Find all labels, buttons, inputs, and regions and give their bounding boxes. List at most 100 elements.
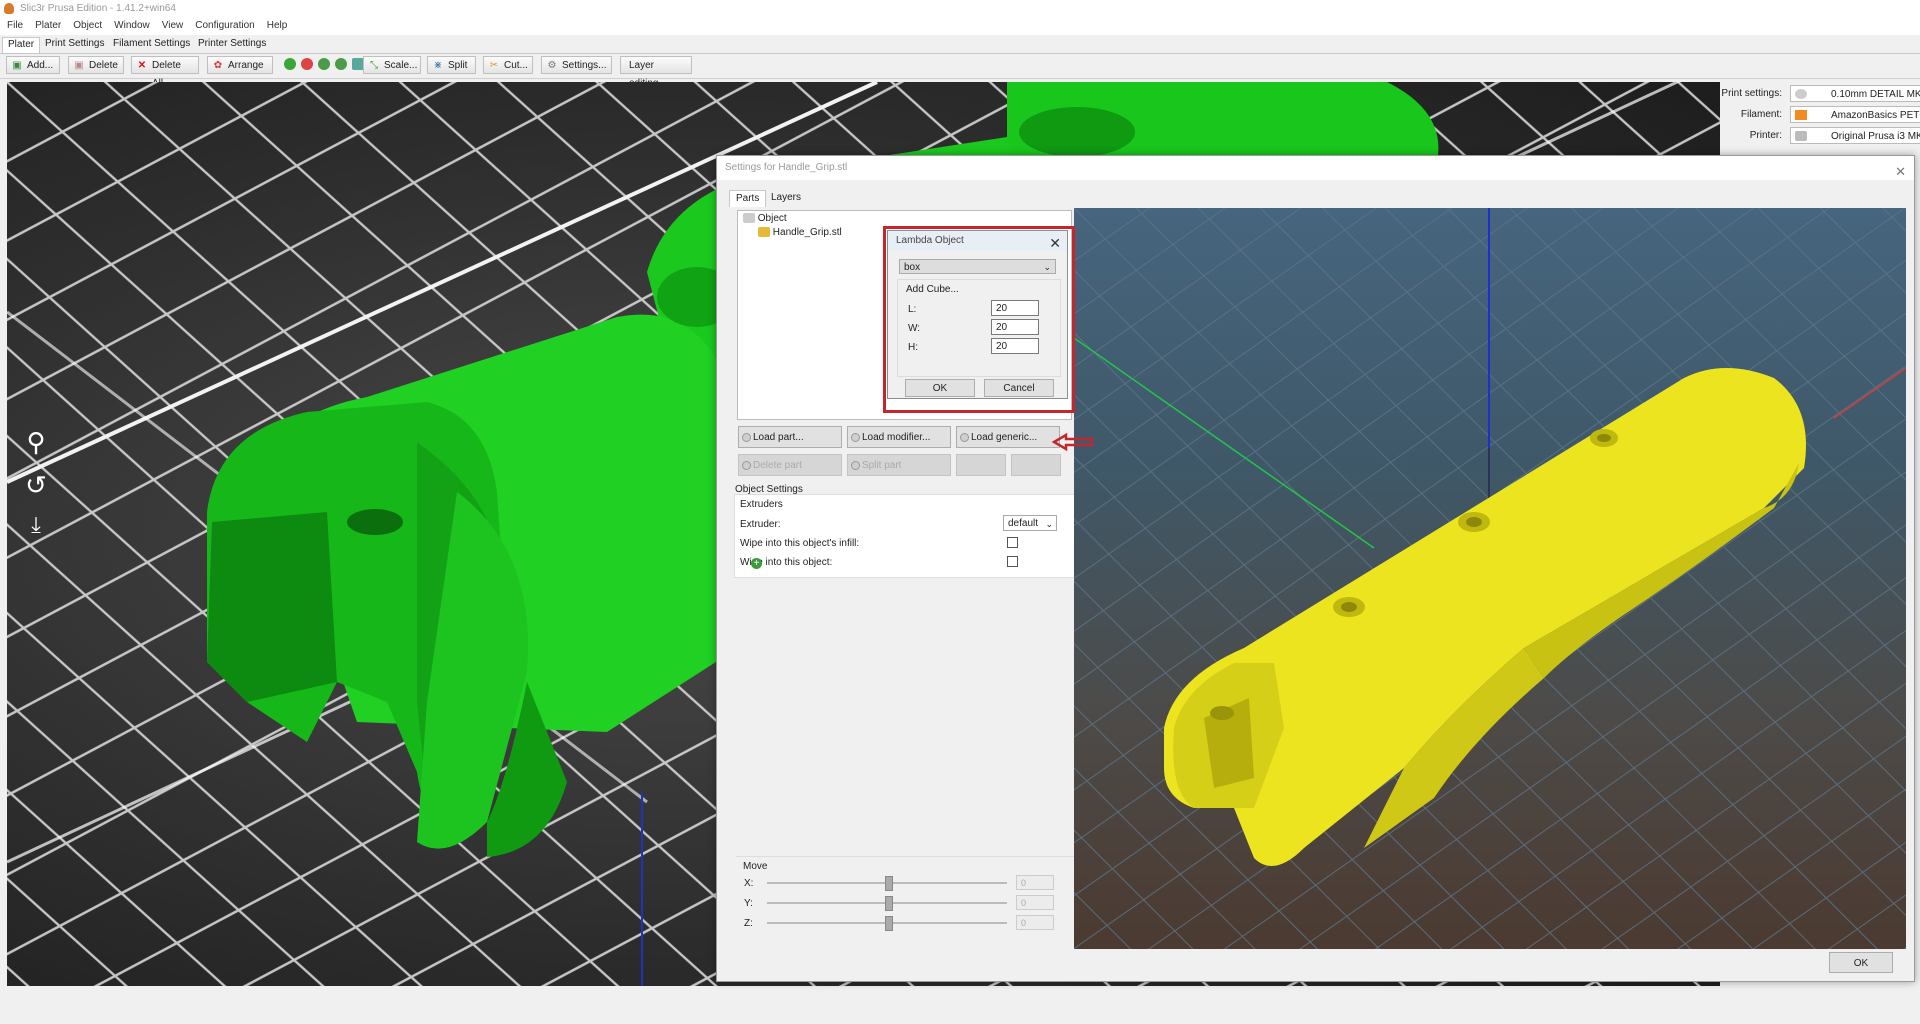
arrange-button[interactable]: ✿ Arrange [207, 56, 273, 74]
move-up-button[interactable] [956, 454, 1006, 476]
zoom-to-bed-icon[interactable]: ⤓ [21, 510, 51, 540]
part-preview-3d[interactable] [1074, 208, 1906, 949]
highlight-box [883, 226, 1075, 413]
print-settings-row: Print settings: 0.10mm DETAIL MK [1721, 84, 1920, 104]
move-z-slider[interactable] [767, 916, 1007, 931]
menu-help[interactable]: Help [261, 18, 294, 31]
rotate-view-icon[interactable]: ⚲ [21, 427, 51, 457]
move-z-thumb[interactable] [885, 916, 893, 931]
move-x-thumb[interactable] [885, 876, 893, 891]
window-title: Slic3r Prusa Edition - 1.41.2+win64 [20, 3, 176, 14]
move-y-label: Y: [744, 898, 753, 909]
print-settings-label: Print settings: [1721, 88, 1782, 99]
scale-icon: ⤡ [370, 60, 378, 71]
settings-label: Settings... [562, 60, 607, 71]
add-button[interactable]: ▣ Add... [6, 56, 60, 74]
load-part-icon [742, 433, 751, 442]
rotate-left-icon[interactable] [318, 58, 330, 70]
add-icon: ▣ [12, 60, 22, 71]
print-settings-value: 0.10mm DETAIL MK [1831, 89, 1920, 100]
move-label: Move [743, 861, 768, 872]
load-modifier-icon [851, 433, 860, 442]
dialog-ok-button[interactable]: OK [1829, 952, 1893, 973]
load-generic-icon [960, 433, 969, 442]
split-button[interactable]: ⋇ Split [427, 56, 476, 74]
menu-bar: File Plater Object Window View Configuration H… [0, 18, 1920, 35]
scale-button[interactable]: ⤡ Scale... [363, 56, 421, 74]
split-part-icon [851, 461, 860, 470]
menu-plater[interactable]: Plater [29, 18, 67, 31]
filament-label: Filament: [1740, 109, 1782, 120]
tree-item-object[interactable]: Object [743, 213, 787, 224]
move-down-button[interactable] [1011, 454, 1061, 476]
chevron-down-icon: ⌄ [1045, 519, 1053, 529]
add-label: Add... [27, 60, 54, 71]
arrange-label: Arrange [228, 60, 264, 71]
wipe-infill-label: Wipe into this object's infill: [740, 538, 860, 549]
part-icon [758, 227, 770, 238]
split-part-button[interactable]: Split part [847, 454, 951, 476]
tree-child-label: Handle_Grip.stl [772, 227, 842, 238]
slic3r-logo-icon [4, 3, 14, 14]
move-y-thumb[interactable] [885, 896, 893, 911]
remove-instance-icon[interactable] [301, 58, 313, 70]
split-label: Split [448, 60, 468, 71]
filament-row: Filament: AmazonBasics PETG [1722, 105, 1920, 125]
load-modifier-button[interactable]: Load modifier... [847, 426, 951, 448]
extruder-select[interactable]: default ⌄ [1003, 515, 1057, 531]
tree-item-handle-grip[interactable]: Handle_Grip.stl [758, 227, 842, 238]
layer-editing-button[interactable]: Layer editing [620, 56, 692, 89]
tab-layers[interactable]: Layers [765, 190, 807, 206]
split-icon: ⋇ [433, 60, 443, 71]
undo-rotate-icon[interactable]: ↺ [21, 470, 51, 500]
settings-button[interactable]: ⚙ Settings... [541, 56, 612, 74]
menu-view[interactable]: View [156, 18, 190, 31]
filament-combo[interactable]: AmazonBasics PETG [1790, 106, 1920, 123]
rotate-right-icon[interactable] [335, 58, 347, 70]
menu-file[interactable]: File [0, 18, 29, 31]
wipe-infill-checkbox[interactable] [1007, 537, 1018, 548]
move-x-slider[interactable] [767, 876, 1007, 891]
move-group: Move X: 0 Y: 0 Z: 0 [736, 856, 1074, 975]
split-part-label: Split part [862, 460, 902, 471]
move-y-slider[interactable] [767, 896, 1007, 911]
main-tabs: Plater Print Settings Filament Settings … [0, 35, 1920, 54]
move-x-value[interactable]: 0 [1016, 875, 1054, 890]
menu-window[interactable]: Window [108, 18, 156, 31]
delete-part-button[interactable]: Delete part [738, 454, 842, 476]
wipe-object-checkbox[interactable] [1007, 556, 1018, 567]
move-z-value[interactable]: 0 [1016, 915, 1054, 930]
tree-root-label: Object [757, 213, 787, 224]
extruders-label: Extruders [740, 499, 783, 510]
tab-printer-settings[interactable]: Printer Settings [193, 37, 271, 52]
tab-plater[interactable]: Plater [2, 37, 41, 53]
load-generic-label: Load generic... [971, 432, 1038, 443]
menu-object[interactable]: Object [67, 18, 108, 31]
object-icon [743, 213, 755, 224]
tab-parts[interactable]: Parts [729, 190, 767, 207]
move-y-value[interactable]: 0 [1016, 895, 1054, 910]
add-instance-icon[interactable] [284, 58, 296, 70]
load-modifier-label: Load modifier... [862, 432, 931, 443]
menu-configuration[interactable]: Configuration [189, 18, 260, 31]
load-generic-button[interactable]: Load generic... [956, 426, 1060, 448]
preview-scene [1074, 208, 1906, 949]
delete-all-button[interactable]: ✕Delete All [131, 56, 199, 89]
plater-toolbar: ▣ Add... ▣ Delete ✕Delete All ✿ Arrange ⤡ Sc… [0, 54, 1920, 89]
add-setting-icon[interactable]: + [751, 558, 762, 569]
filament-color-swatch[interactable] [1795, 110, 1807, 120]
close-icon[interactable]: ✕ [1895, 160, 1906, 184]
printer-combo[interactable]: Original Prusa i3 MK [1790, 127, 1920, 144]
move-z-label: Z: [744, 918, 753, 929]
tab-filament-settings[interactable]: Filament Settings [108, 37, 195, 52]
printer-value: Original Prusa i3 MK [1831, 131, 1920, 142]
scale-label: Scale... [384, 60, 418, 71]
gear-icon [1795, 89, 1807, 99]
cut-button[interactable]: ✂ Cut... [483, 56, 533, 74]
printer-row: Printer: Original Prusa i3 MK [1722, 126, 1920, 146]
gear-icon: ⚙ [547, 60, 557, 71]
tab-print-settings[interactable]: Print Settings [40, 37, 109, 52]
delete-button[interactable]: ▣ Delete [68, 56, 124, 74]
print-settings-combo[interactable]: 0.10mm DETAIL MK [1790, 85, 1920, 102]
load-part-button[interactable]: Load part... [738, 426, 842, 448]
